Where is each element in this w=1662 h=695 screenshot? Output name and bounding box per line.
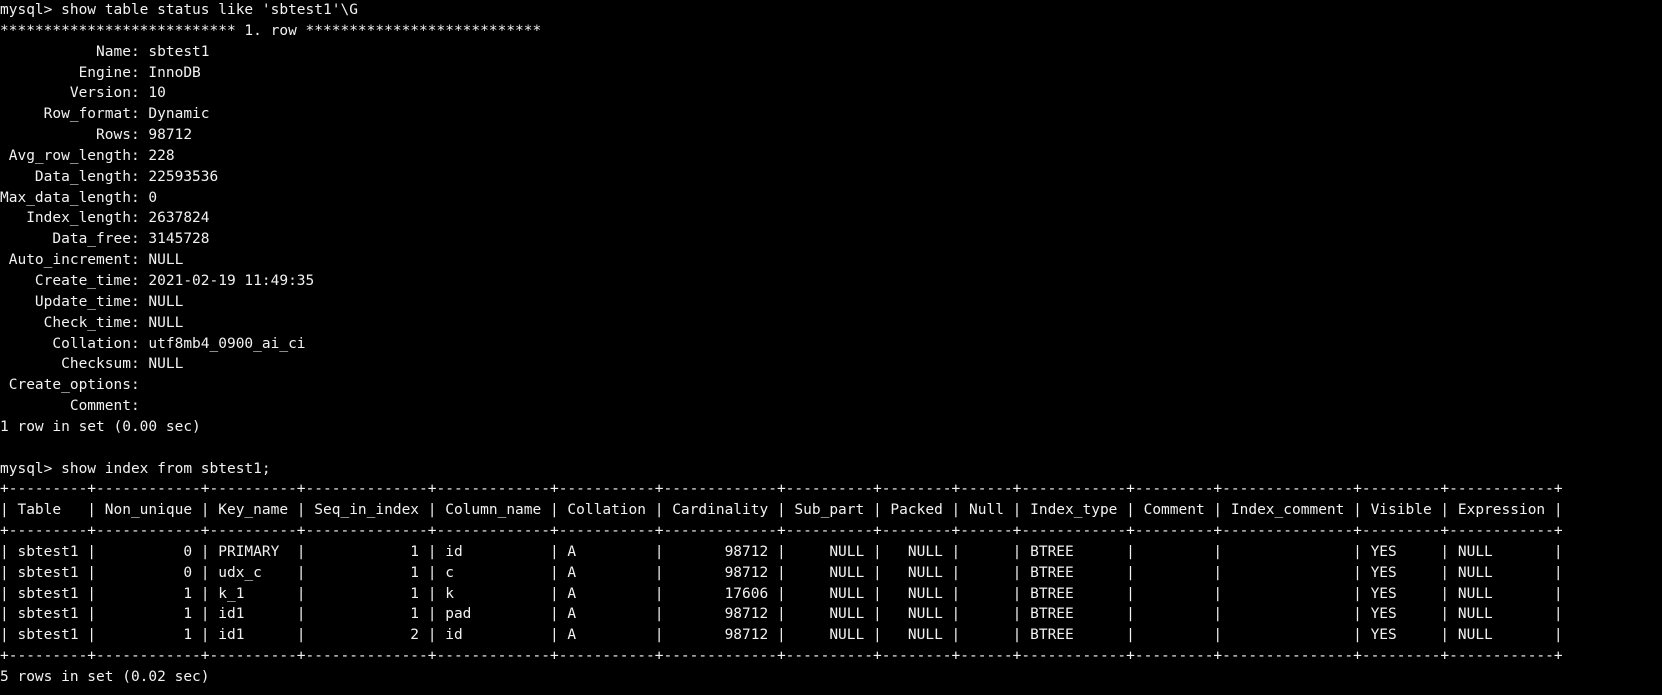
- terminal-line-name: Name: sbtest1: [0, 43, 210, 60]
- terminal-line-row-separator: *************************** 1. row *****…: [0, 22, 542, 39]
- terminal-line-engine: Engine: InnoDB: [0, 64, 201, 81]
- table-row: | sbtest1 | 0 | udx_c | 1 | c | A | 9871…: [0, 564, 1563, 581]
- terminal-line-index-length: Index_length: 2637824: [0, 210, 210, 227]
- terminal-line-command: mysql> show index from sbtest1;: [0, 460, 271, 477]
- table-border-header: +---------+------------+----------+-----…: [0, 523, 1563, 540]
- terminal-line-data-length: Data_length: 22593536: [0, 168, 219, 185]
- table-row: | sbtest1 | 1 | id1 | 1 | pad | A | 9871…: [0, 606, 1563, 623]
- terminal-line-create-time: Create_time: 2021-02-19 11:49:35: [0, 272, 315, 289]
- table-header-row: | Table | Non_unique | Key_name | Seq_in…: [0, 502, 1563, 519]
- terminal-line-rows: Rows: 98712: [0, 127, 193, 144]
- terminal-line-avg-row-length: Avg_row_length: 228: [0, 147, 175, 164]
- terminal-line-data-free: Data_free: 3145728: [0, 231, 210, 248]
- terminal-line-status: 1 row in set (0.00 sec): [0, 418, 201, 435]
- table-border-top: +---------+------------+----------+-----…: [0, 481, 1563, 498]
- table-row: | sbtest1 | 1 | k_1 | 1 | k | A | 17606 …: [0, 585, 1563, 602]
- terminal-window[interactable]: mysql> show table status like 'sbtest1'\…: [0, 0, 1662, 695]
- table-row: | sbtest1 | 0 | PRIMARY | 1 | id | A | 9…: [0, 543, 1563, 560]
- terminal-line-comment: Comment:: [0, 398, 149, 415]
- terminal-line-check-time: Check_time: NULL: [0, 314, 184, 331]
- terminal-line-command: mysql> show table status like 'sbtest1'\…: [0, 2, 358, 18]
- terminal-line-auto-increment: Auto_increment: NULL: [0, 252, 184, 269]
- terminal-line-row-format: Row_format: Dynamic: [0, 106, 210, 123]
- table-border-bottom: +---------+------------+----------+-----…: [0, 648, 1563, 665]
- terminal-line-create-options: Create_options:: [0, 377, 149, 394]
- terminal-line-checksum: Checksum: NULL: [0, 356, 184, 373]
- terminal-line-update-time: Update_time: NULL: [0, 293, 184, 310]
- table-row: | sbtest1 | 1 | id1 | 2 | id | A | 98712…: [0, 627, 1563, 644]
- terminal-line-status: 5 rows in set (0.02 sec): [0, 669, 210, 685]
- terminal-line-collation: Collation: utf8mb4_0900_ai_ci: [0, 335, 306, 352]
- terminal-line-version: Version: 10: [0, 85, 166, 102]
- terminal-line-max-data-length: Max_data_length: 0: [0, 189, 158, 206]
